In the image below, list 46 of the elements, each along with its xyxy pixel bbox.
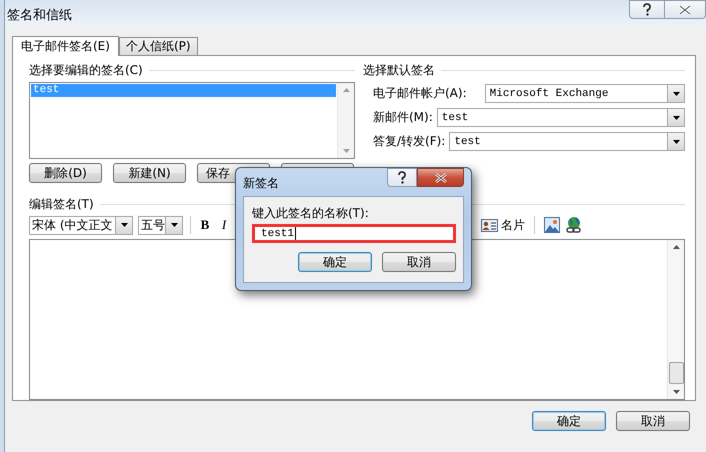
dropdown-arrow-icon [120,222,128,228]
close-button[interactable] [665,0,706,19]
field-label: 新邮件(M): [373,109,433,126]
signature-button[interactable]: 删除(D) [29,163,102,183]
scroll-up-icon [342,88,350,92]
field-label: 答复/转发(F): [373,133,446,150]
scroll-down-icon [672,390,680,394]
signature-button[interactable]: 新建(N) [113,163,186,183]
globe-link-icon[interactable] [565,216,583,234]
dropdown-arrow-icon [672,138,680,144]
scroll-up-icon [672,245,680,249]
close-icon [434,172,446,182]
field-label: 键入此签名的名称(T): [252,205,370,222]
dialog-button[interactable]: 确定 [532,411,606,431]
contact-card-icon [481,218,498,232]
font-dropdown[interactable]: 宋体 (中文正文 [29,216,133,234]
group-heading: 选择要编辑的签名(C) [29,62,143,78]
dropdown-arrow-icon [672,90,680,96]
size-dropdown[interactable]: 五号 [138,216,183,234]
tab[interactable]: 电子邮件签名(E) [12,36,119,56]
business-card-button[interactable]: 名片 [481,216,525,234]
field-label: 电子邮件帐户(A): [373,85,467,102]
bold-button[interactable]: B [198,217,212,233]
close-icon [679,4,691,14]
picture-icon[interactable] [544,217,560,233]
help-button[interactable] [629,0,665,19]
italic-button[interactable]: I [217,217,231,233]
dropdown-arrow-icon [672,114,680,120]
help-icon [397,171,407,184]
tab[interactable]: 个人信纸(P) [118,37,198,55]
dialog-button[interactable]: 确定 [298,252,372,272]
close-button[interactable] [417,168,464,187]
dropdown-arrow-icon [170,222,178,228]
dialog-button[interactable]: 取消 [382,252,456,272]
help-button[interactable] [387,168,417,187]
account-dropdown[interactable]: test [449,132,685,151]
scroll-down-icon [342,149,350,153]
dialog-button[interactable]: 取消 [616,411,690,431]
group-heading: 选择默认签名 [363,62,435,78]
help-icon [642,3,652,16]
window-title: 签名和信纸 [6,7,72,24]
account-dropdown[interactable]: test [436,108,685,127]
name-input-field[interactable]: test1 [252,224,456,243]
group-heading: 编辑签名(T) [29,196,94,212]
account-dropdown[interactable]: Microsoft Exchange [484,84,685,103]
scrollbar-thumb[interactable] [668,362,684,384]
